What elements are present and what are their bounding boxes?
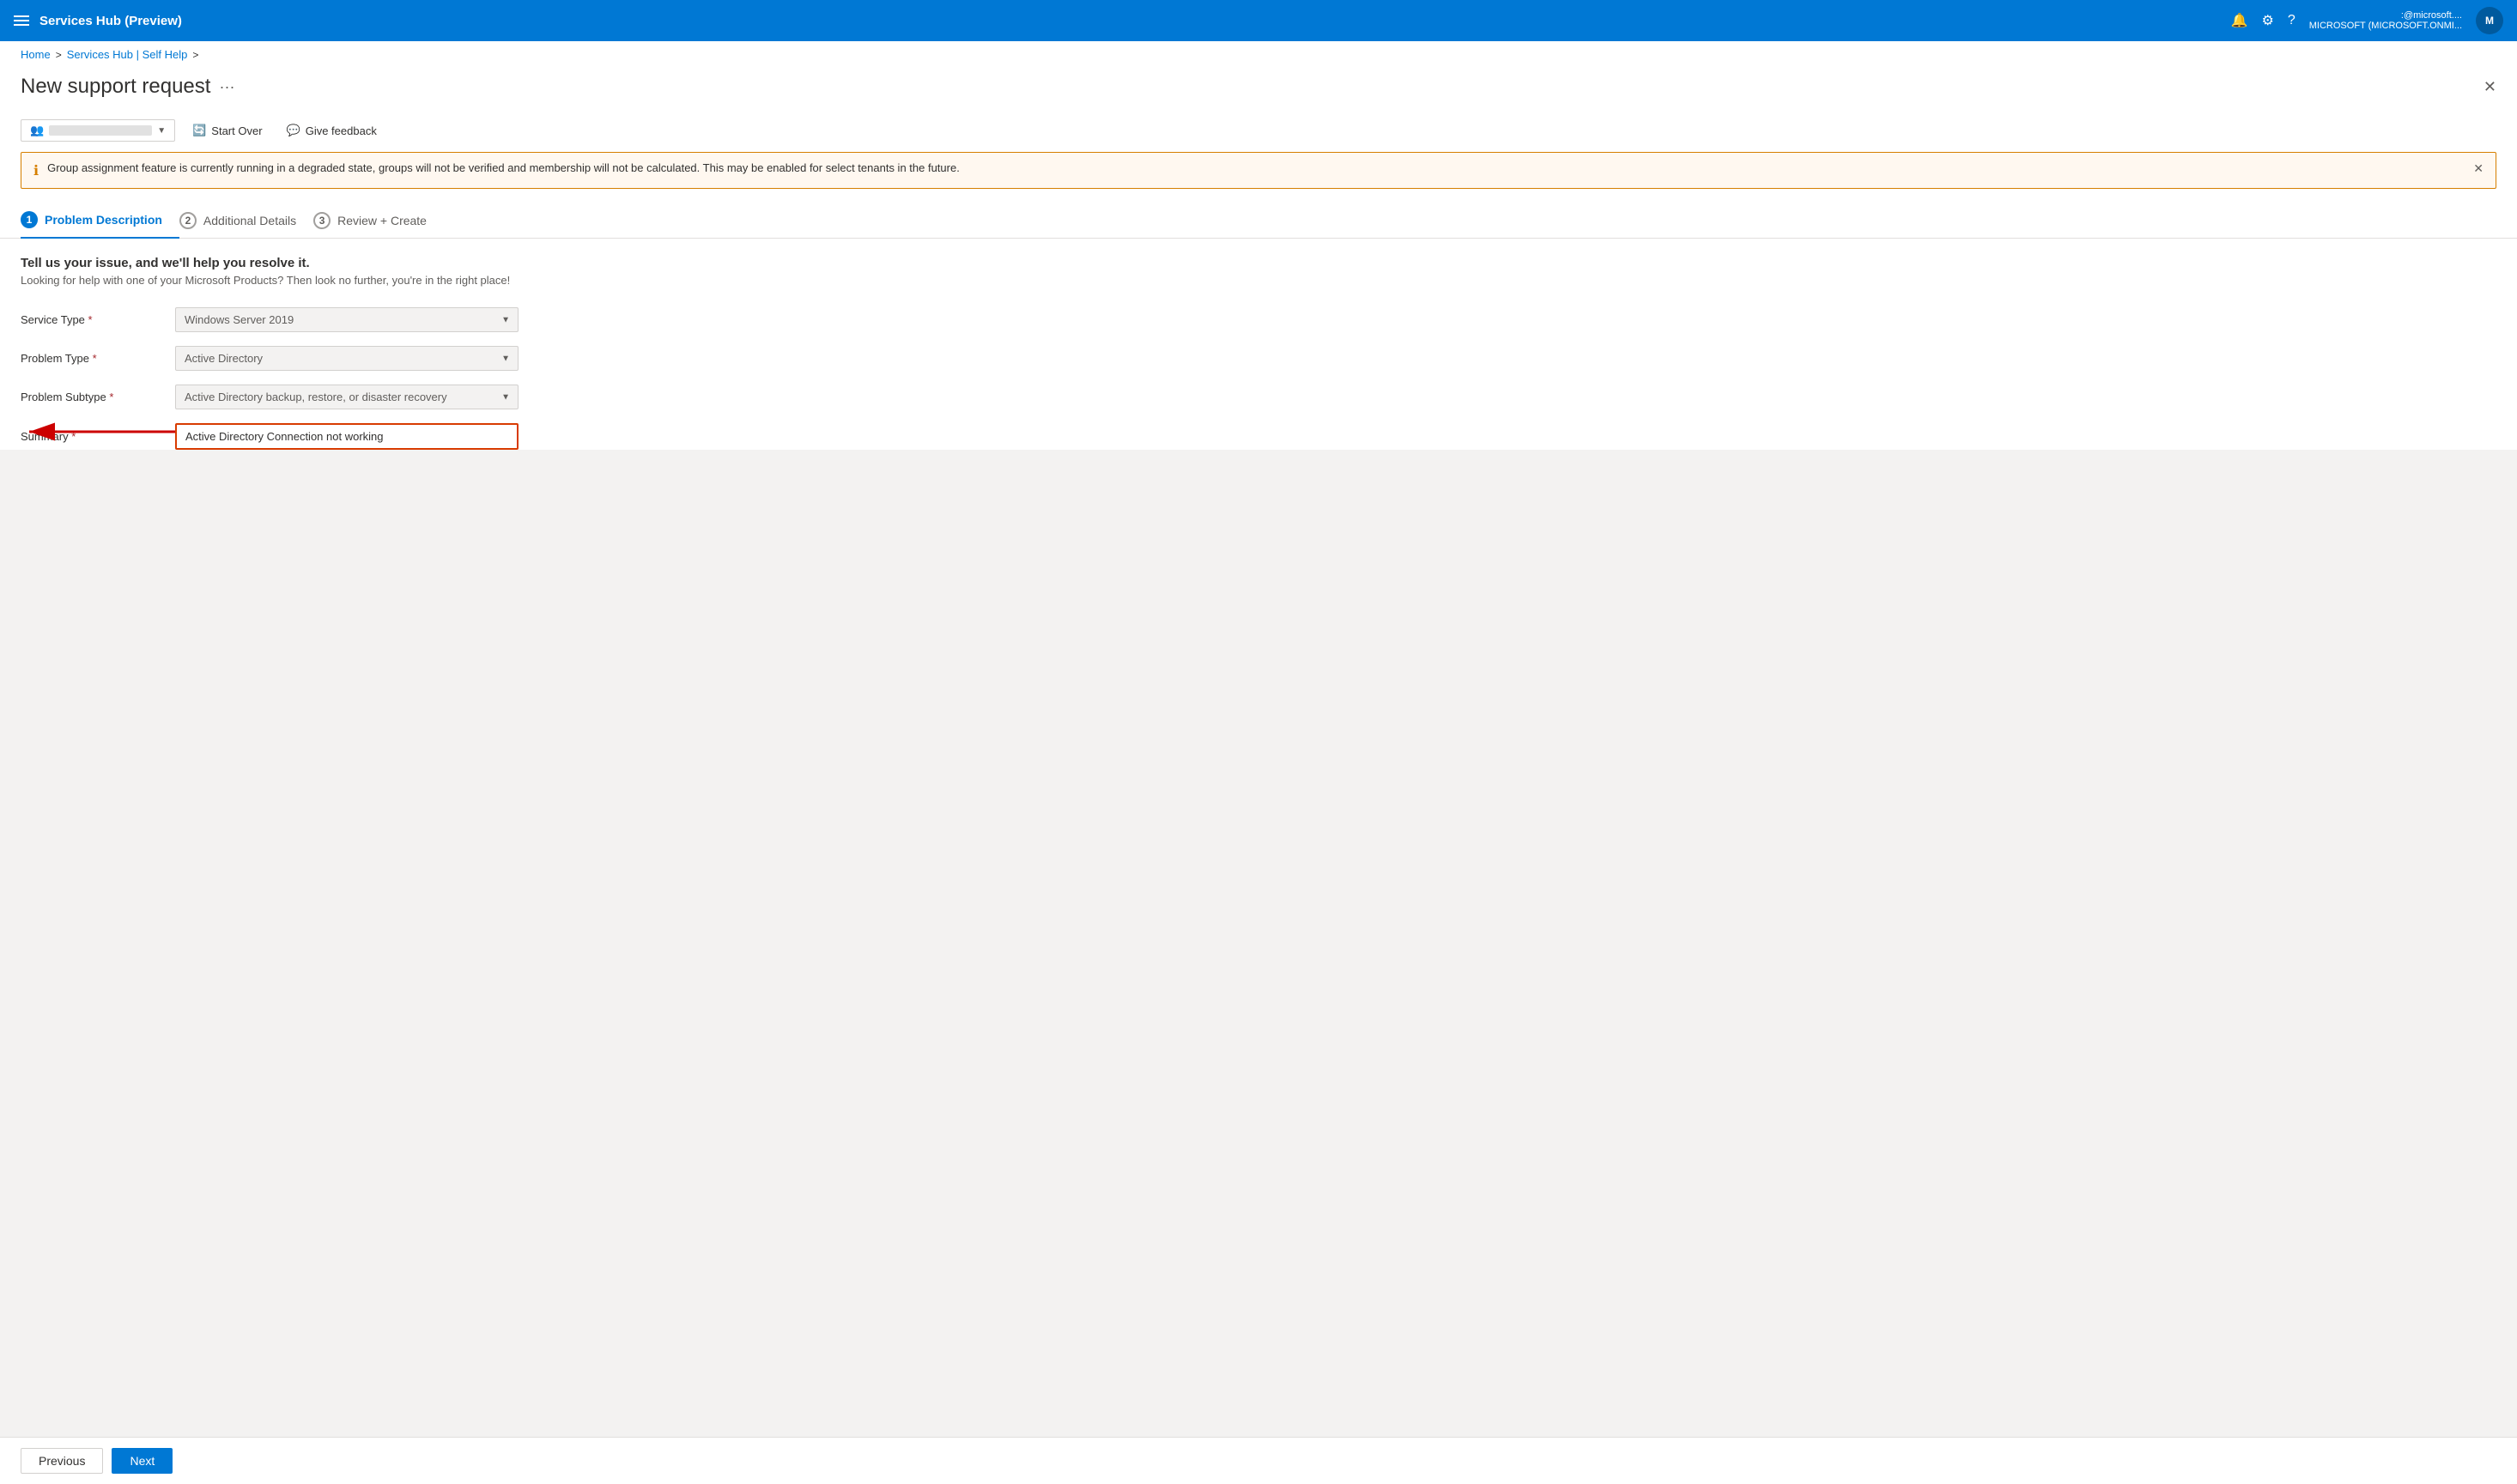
org-selector[interactable]: 👥 ▼: [21, 119, 175, 142]
service-type-label: Service Type *: [21, 313, 175, 326]
form-intro-title: Tell us your issue, and we'll help you r…: [21, 256, 2496, 270]
topbar: Services Hub (Preview) 🔔 ⚙ ? :@microsoft…: [0, 0, 2517, 41]
step1-num: 1: [21, 211, 38, 228]
problem-type-row: Problem Type * Active Directory ▼: [21, 346, 2496, 371]
previous-button[interactable]: Previous: [21, 1448, 103, 1474]
warning-text: Group assignment feature is currently ru…: [47, 161, 2465, 174]
problem-type-required: *: [93, 352, 97, 365]
warning-banner: ℹ Group assignment feature is currently …: [21, 152, 2496, 189]
next-button[interactable]: Next: [112, 1448, 173, 1474]
problem-subtype-select-wrapper: Active Directory backup, restore, or dis…: [175, 385, 519, 409]
warning-icon: ℹ: [33, 162, 39, 179]
user-sub: MICROSOFT (MICROSOFT.ONMI...: [2309, 21, 2462, 31]
form-section: Tell us your issue, and we'll help you r…: [0, 256, 2517, 450]
chevron-down-icon: ▼: [157, 126, 166, 136]
problem-type-select[interactable]: Active Directory: [175, 346, 519, 371]
help-icon[interactable]: ?: [2288, 13, 2296, 28]
start-over-label: Start Over: [211, 124, 262, 137]
hamburger-menu[interactable]: [14, 15, 29, 26]
problem-subtype-label: Problem Subtype *: [21, 391, 175, 403]
user-profile[interactable]: :@microsoft.... MICROSOFT (MICROSOFT.ONM…: [2309, 10, 2462, 31]
toolbar: 👥 ▼ 🔄 Start Over 💬 Give feedback: [0, 112, 2517, 152]
give-feedback-label: Give feedback: [306, 124, 377, 137]
problem-subtype-control: Active Directory backup, restore, or dis…: [175, 385, 519, 409]
service-type-control: Windows Server 2019 ▼: [175, 307, 519, 332]
breadcrumb-selfhelp[interactable]: Services Hub | Self Help: [67, 48, 188, 61]
service-type-row: Service Type * Windows Server 2019 ▼: [21, 307, 2496, 332]
problem-type-select-wrapper: Active Directory ▼: [175, 346, 519, 371]
bottom-bar: Previous Next: [0, 1437, 2517, 1484]
problem-subtype-row: Problem Subtype * Active Directory backu…: [21, 385, 2496, 409]
user-name: :@microsoft....: [2401, 10, 2462, 21]
summary-label: Summary *: [21, 430, 175, 443]
page-header: New support request ··· ✕: [0, 68, 2517, 112]
summary-control: [175, 423, 519, 450]
avatar[interactable]: M: [2476, 7, 2503, 34]
problem-type-control: Active Directory ▼: [175, 346, 519, 371]
warning-close-button[interactable]: ✕: [2473, 161, 2484, 176]
page-title: New support request: [21, 75, 210, 99]
refresh-icon: 🔄: [192, 124, 206, 137]
step-problem-description[interactable]: 1 Problem Description: [21, 203, 179, 239]
problem-subtype-select[interactable]: Active Directory backup, restore, or dis…: [175, 385, 519, 409]
problem-type-label: Problem Type *: [21, 352, 175, 365]
service-type-select-wrapper: Windows Server 2019 ▼: [175, 307, 519, 332]
page-more-options[interactable]: ···: [219, 78, 234, 96]
feedback-icon: 💬: [287, 124, 300, 137]
summary-input[interactable]: [175, 423, 519, 450]
breadcrumb-home[interactable]: Home: [21, 48, 51, 61]
problem-subtype-required: *: [109, 391, 113, 403]
step3-label: Review + Create: [337, 214, 427, 227]
start-over-button[interactable]: 🔄 Start Over: [185, 120, 269, 141]
settings-icon[interactable]: ⚙: [2262, 12, 2274, 29]
summary-row: Summary *: [21, 423, 2496, 450]
service-type-select[interactable]: Windows Server 2019: [175, 307, 519, 332]
give-feedback-button[interactable]: 💬 Give feedback: [280, 120, 384, 141]
close-button[interactable]: ✕: [2484, 78, 2496, 96]
step2-label: Additional Details: [203, 214, 296, 227]
form-intro-sub: Looking for help with one of your Micros…: [21, 274, 2496, 287]
service-type-required: *: [88, 313, 93, 326]
org-text-placeholder: [49, 125, 152, 136]
steps-nav: 1 Problem Description 2 Additional Detai…: [0, 203, 2517, 239]
step1-label: Problem Description: [45, 213, 162, 227]
step2-num: 2: [179, 212, 197, 229]
notification-icon[interactable]: 🔔: [2231, 12, 2248, 29]
breadcrumb-sep2: >: [192, 49, 198, 61]
breadcrumb: Home > Services Hub | Self Help >: [0, 41, 2517, 68]
summary-required: *: [71, 430, 76, 443]
app-title: Services Hub (Preview): [39, 14, 182, 28]
org-icon: 👥: [30, 124, 44, 137]
step-review-create[interactable]: 3 Review + Create: [313, 203, 444, 238]
step-additional-details[interactable]: 2 Additional Details: [179, 203, 313, 238]
content-area: Home > Services Hub | Self Help > New su…: [0, 41, 2517, 450]
breadcrumb-sep1: >: [56, 49, 62, 61]
step3-num: 3: [313, 212, 331, 229]
